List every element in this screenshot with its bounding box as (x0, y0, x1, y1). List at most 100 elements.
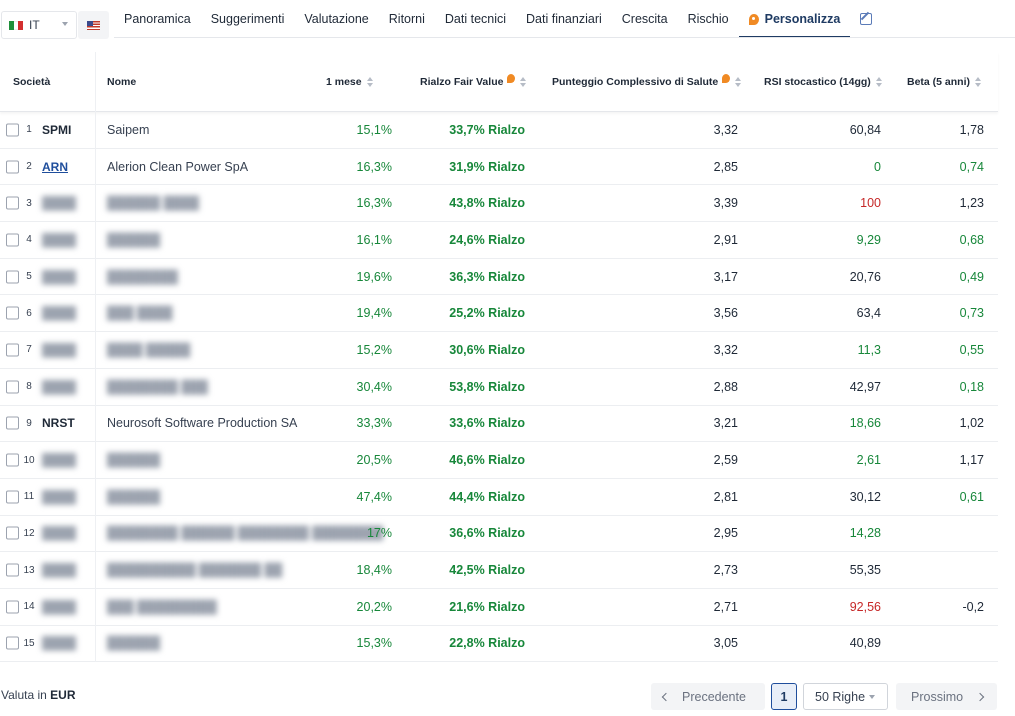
row-checkbox[interactable] (6, 526, 19, 540)
col-header-company[interactable]: Società (13, 52, 50, 112)
row-checkbox[interactable] (6, 636, 19, 650)
rsi-value: 60,84 (849, 122, 881, 137)
table-row[interactable]: 4 ████ ██████ 16,1% 24,6% Rialzo 2,91 9,29 0,68 (0, 222, 998, 259)
row-checkbox[interactable] (6, 380, 19, 394)
beta-value: 0,18 (959, 379, 984, 394)
row-checkbox[interactable] (6, 123, 19, 137)
row-checkbox[interactable] (6, 160, 19, 174)
row-checkbox[interactable] (6, 416, 19, 430)
company-name: ██████ (107, 232, 161, 247)
table-row[interactable]: 14 ████ ███ █████████ 20,2% 21,6% Rialzo 2,71… (0, 589, 998, 626)
tab-bar: Panoramica Suggerimenti Valutazione Rito… (114, 0, 882, 38)
company-name: ██████████ ███████ ██ (107, 563, 283, 578)
us-market-button[interactable] (78, 11, 109, 39)
row-checkbox[interactable] (6, 600, 19, 614)
italy-flag-icon (9, 20, 24, 30)
fair-value-icon (722, 73, 731, 83)
table-row[interactable]: 6 ████ ███ ████ 19,4% 25,2% Rialzo 3,56 63,4 0,… (0, 295, 998, 333)
tab-crescita[interactable]: Crescita (612, 0, 678, 38)
rows-per-page-select[interactable]: 50 Righe (803, 683, 888, 710)
tab-label: Ritorni (388, 12, 425, 26)
beta-value: 0,74 (959, 159, 984, 174)
col-header-beta[interactable]: Beta (5 anni) (907, 52, 982, 112)
fair-value-upside: 46,6% Rialzo (449, 453, 525, 468)
ticker: SPMI (42, 122, 72, 137)
row-checkbox[interactable] (6, 343, 19, 357)
col-label: RSI stocastico (14gg) (764, 76, 871, 88)
col-header-health[interactable]: Punteggio Complessivo di Salute (552, 52, 742, 112)
edit-columns-button[interactable] (850, 0, 882, 38)
table-row[interactable]: 1 SPMI Saipem 15,1% 33,7% Rialzo 3,32 60,84 1,7… (0, 112, 998, 149)
previous-page-button[interactable]: Precedente (651, 683, 765, 710)
chevron-right-icon (975, 692, 985, 701)
table-row[interactable]: 7 ████ ████ █████ 15,2% 30,6% Rialzo 3,32 11,3… (0, 332, 998, 369)
company-name: ████████ (107, 269, 178, 284)
table-row[interactable]: 3 ████ ██████ ████ 16,3% 43,8% Rialzo 3,39 100… (0, 185, 998, 223)
col-header-month1[interactable]: 1 mese (326, 52, 373, 112)
tab-personalizza[interactable]: Personalizza (738, 0, 851, 38)
rsi-value: 14,28 (849, 526, 881, 541)
country-select[interactable]: IT (1, 11, 77, 39)
col-header-rsi[interactable]: RSI stocastico (14gg) (764, 52, 882, 112)
row-number: 10 (23, 454, 35, 466)
row-number: 14 (23, 601, 35, 613)
table-row[interactable]: 10 ████ ██████ 20,5% 46,6% Rialzo 2,59 2,61 1,1… (0, 442, 998, 479)
table-row[interactable]: 11 ████ ██████ 47,4% 44,4% Rialzo 2,81 30,12 0,… (0, 479, 998, 516)
table-row[interactable]: 8 ████ ████████ ███ 30,4% 53,8% Rialzo 2,88 42… (0, 369, 998, 406)
tab-label: Crescita (621, 12, 668, 26)
row-checkbox[interactable] (6, 306, 19, 320)
ticker: ████ (42, 489, 77, 504)
tab-rischio[interactable]: Rischio (678, 0, 739, 38)
table-row[interactable]: 5 ████ ████████ 19,6% 36,3% Rialzo 3,17 20,76 0… (0, 259, 998, 296)
health-score: 2,73 (713, 563, 738, 578)
col-header-fair-value[interactable]: Rialzo Fair Value (420, 52, 527, 112)
table-row[interactable]: 9 NRST Neurosoft Software Production SA 33,… (0, 406, 998, 443)
col-header-name[interactable]: Nome (107, 52, 136, 112)
company-name: Neurosoft Software Production SA (107, 416, 298, 431)
health-score: 2,81 (713, 489, 738, 504)
table-row[interactable]: 13 ████ ██████████ ███████ ██ 18,4% 42,5% Ri… (0, 552, 998, 589)
sort-icon (366, 77, 373, 87)
row-number: 8 (26, 381, 32, 393)
next-label: Prossimo (911, 689, 964, 704)
page-number-button[interactable]: 1 (771, 683, 797, 710)
next-page-button[interactable]: Prossimo (896, 683, 997, 710)
health-score: 2,95 (713, 526, 738, 541)
tab-valutazione[interactable]: Valutazione (294, 0, 378, 38)
tab-suggerimenti[interactable]: Suggerimenti (201, 0, 295, 38)
tab-ritorni[interactable]: Ritorni (379, 0, 435, 38)
ticker[interactable]: ARN (42, 149, 68, 185)
beta-value (904, 626, 984, 662)
beta-value: 1,78 (959, 122, 984, 137)
fair-value-upside: 33,6% Rialzo (449, 416, 525, 431)
fair-value-icon (507, 73, 516, 83)
month1-value: 20,5% (356, 453, 392, 468)
beta-value: 1,02 (959, 416, 984, 431)
tab-dati-finanziari[interactable]: Dati finanziari (516, 0, 612, 38)
row-checkbox[interactable] (6, 563, 19, 577)
tab-dati-tecnici[interactable]: Dati tecnici (435, 0, 516, 38)
fair-value-upside: 24,6% Rialzo (449, 232, 525, 247)
row-checkbox[interactable] (6, 196, 19, 210)
month1-value: 19,4% (356, 306, 392, 321)
row-checkbox[interactable] (6, 233, 19, 247)
table-row[interactable]: 15 ████ ██████ 15,3% 22,8% Rialzo 3,05 40,89 (0, 626, 998, 663)
sort-icon (875, 77, 882, 87)
tab-panoramica[interactable]: Panoramica (114, 0, 201, 38)
row-number: 12 (23, 527, 35, 539)
sort-icon (975, 77, 982, 87)
row-checkbox[interactable] (6, 453, 19, 467)
table-row[interactable]: 12 ████ ████████ ██████ ████████ ████████ 1… (0, 516, 998, 553)
row-checkbox[interactable] (6, 490, 19, 504)
ticker: ████ (42, 636, 77, 651)
fair-value-upside: 43,8% Rialzo (449, 196, 525, 211)
column-divider (95, 52, 96, 662)
month1-value: 33,3% (356, 416, 392, 431)
col-label: 1 mese (326, 76, 362, 88)
rsi-value: 55,35 (849, 563, 881, 578)
health-score: 3,56 (713, 306, 738, 321)
ticker: ████ (42, 453, 77, 468)
row-checkbox[interactable] (6, 270, 19, 284)
row-number: 4 (26, 234, 32, 246)
table-row[interactable]: 2 ARN Alerion Clean Power SpA 16,3% 31,9% Ri… (0, 149, 998, 186)
